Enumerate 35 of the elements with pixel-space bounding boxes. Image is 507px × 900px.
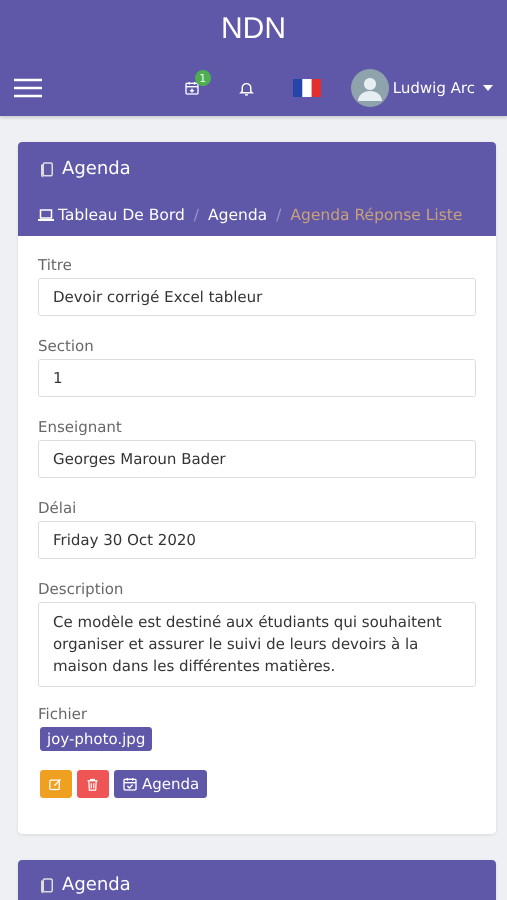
breadcrumb-separator: / (194, 206, 200, 224)
user-menu[interactable]: Ludwig Arc (350, 69, 493, 107)
delete-button[interactable] (77, 770, 109, 798)
trash-icon (85, 776, 100, 792)
breadcrumb-link[interactable]: Agenda (208, 206, 268, 224)
card-title: Agenda (62, 158, 131, 179)
field-label: Description (38, 580, 124, 598)
menu-button[interactable] (14, 78, 42, 98)
field-label: Enseignant (38, 418, 123, 436)
field-label: Section (38, 337, 95, 355)
input-field[interactable]: Friday 30 Oct 2020 (38, 521, 476, 559)
caret-icon (483, 85, 493, 91)
breadcrumb-link[interactable]: Tableau De Bord (38, 206, 185, 224)
input-field[interactable]: Devoir corrigé Excel tableur (38, 278, 476, 316)
laptop-icon (38, 208, 54, 222)
edit-icon (48, 776, 63, 792)
calendar-plus-icon (184, 80, 200, 96)
input-field[interactable]: 1 (38, 359, 476, 397)
breadcrumb-separator: / (276, 206, 282, 224)
file-tag[interactable]: joy-photo.jpg (40, 727, 152, 751)
field-label: Fichier (38, 705, 88, 723)
field-label: Délai (38, 499, 78, 517)
documents-icon (38, 160, 56, 178)
calendar-button[interactable] (184, 80, 200, 96)
text-area[interactable]: Ce modèle est destiné aux étudiants qui souhaitent organiser et assurer le suivi de leurs devoirs à la maison dans les différentes matières. (38, 602, 476, 687)
card-title: Agenda (62, 874, 131, 895)
documents-icon (38, 876, 56, 894)
input-field[interactable]: Georges Maroun Bader (38, 440, 476, 478)
avatar-icon (350, 69, 389, 107)
flag-icon[interactable] (292, 79, 321, 97)
calendar-check-icon (122, 776, 138, 792)
agenda-button[interactable]: Agenda (114, 770, 208, 798)
app-title: NDN (220, 11, 287, 47)
notification-badge: 1 (194, 70, 211, 86)
field-label: Titre (38, 256, 73, 274)
